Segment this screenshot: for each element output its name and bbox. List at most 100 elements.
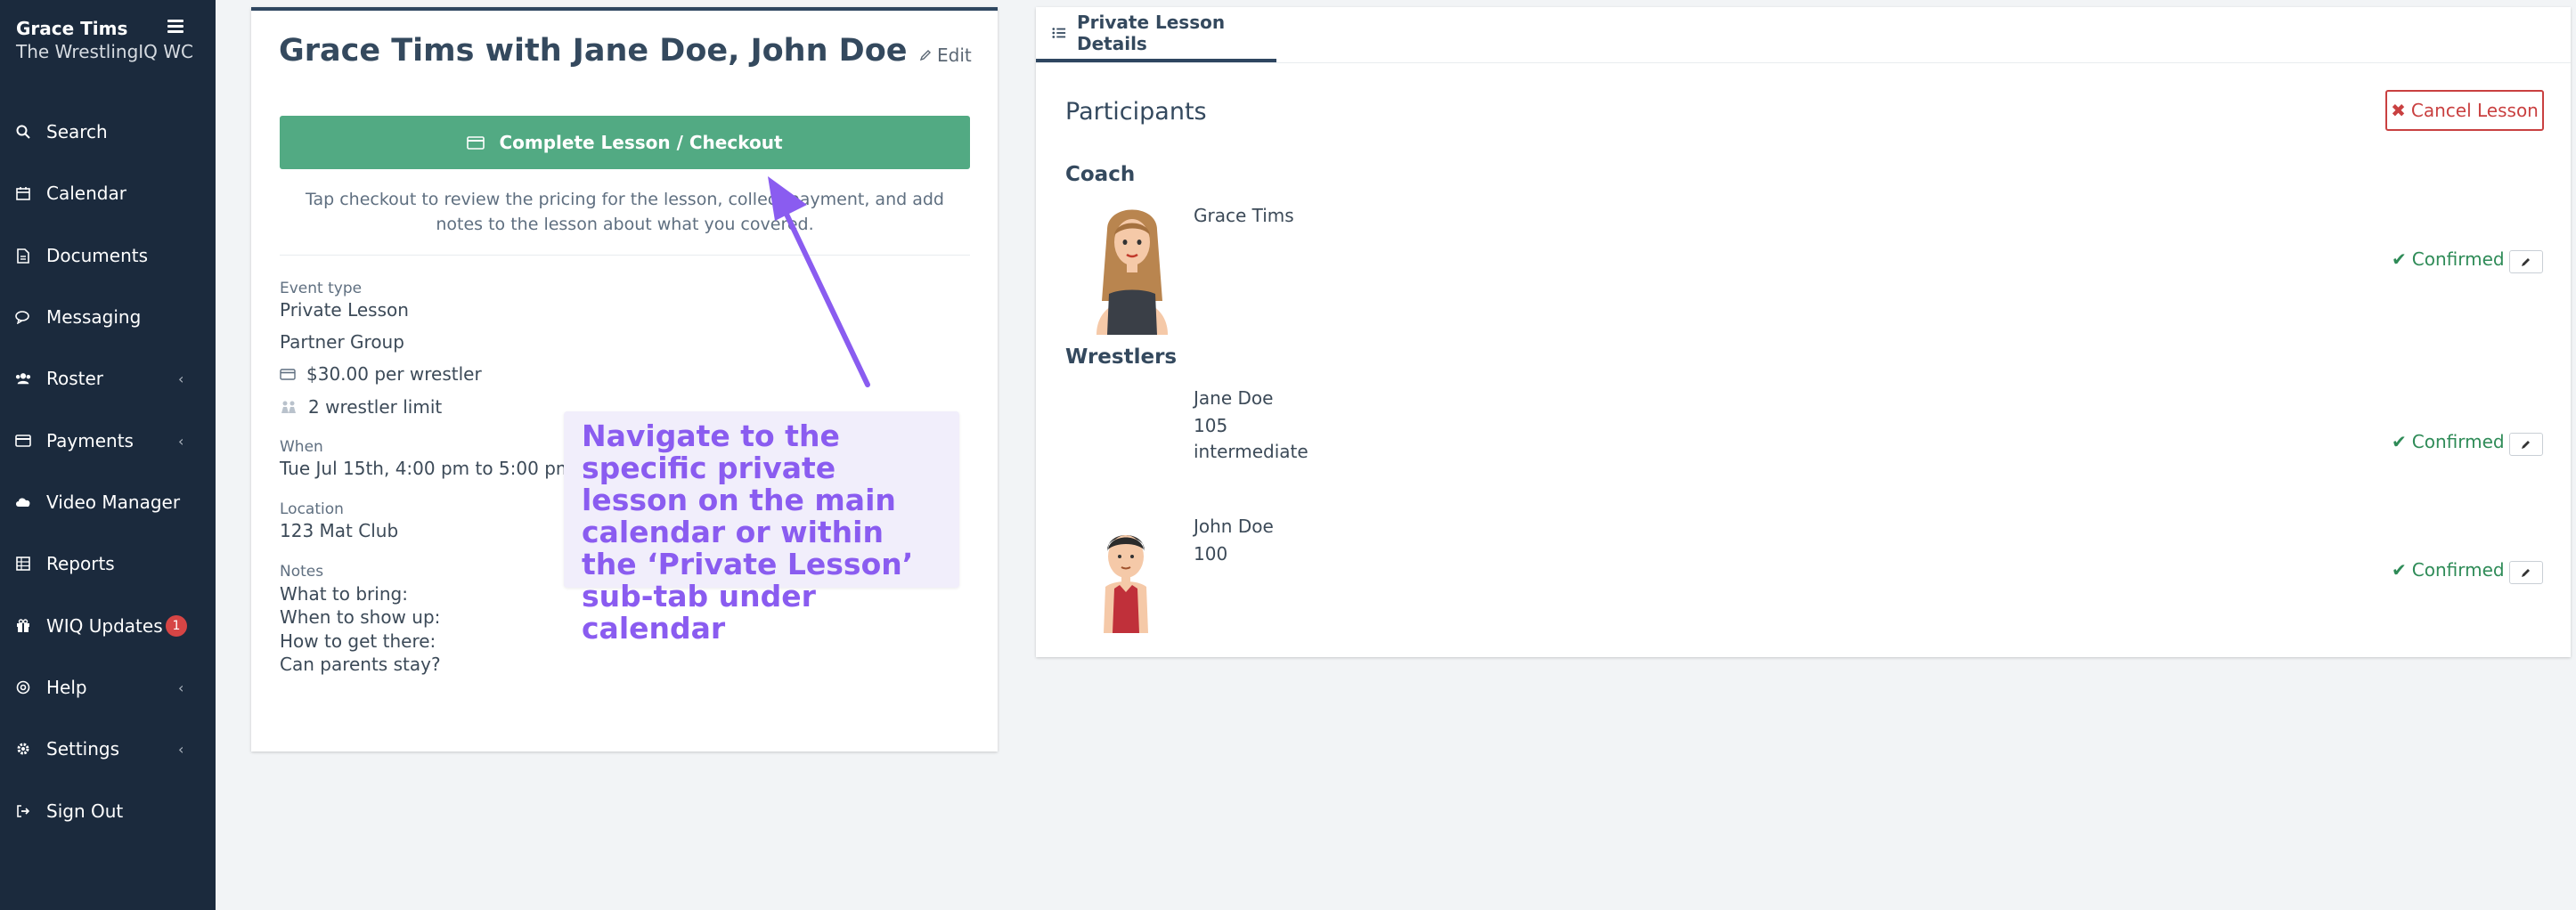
notes-line: When to show up: (280, 606, 441, 628)
wrestler-status: ✔ Confirmed (2392, 431, 2505, 452)
cancel-label: Cancel Lesson (2410, 100, 2539, 121)
cloud-icon (15, 494, 31, 510)
sidebar-item-calendar[interactable]: Calendar (0, 175, 216, 211)
calendar-icon (15, 185, 31, 201)
event-type-value: Private Lesson (280, 299, 409, 321)
limit-value: 2 wrestler limit (308, 396, 443, 418)
users-icon (15, 370, 31, 386)
edit-coach-button[interactable] (2509, 250, 2543, 273)
cancel-lesson-button[interactable]: ✖ Cancel Lesson (2385, 90, 2544, 131)
tab-label: Private Lesson Details (1077, 12, 1226, 54)
pencil-icon (2522, 258, 2530, 266)
sidebar-item-label: Roster (46, 368, 104, 389)
limit-row: 2 wrestler limit (280, 396, 442, 418)
wrestler-name: Jane Doe (1194, 387, 1274, 409)
sidebar-item-search[interactable]: Search (0, 114, 216, 150)
sidebar-org-name: The WrestlingIQ WC (16, 41, 194, 62)
globe-icon (15, 679, 31, 695)
wrestlers-section-title: Wrestlers (1065, 345, 1178, 369)
sign-out-icon (15, 803, 31, 819)
close-icon: ✖ (2391, 100, 2406, 121)
status-label: Confirmed (2411, 559, 2505, 581)
menu-toggle-icon[interactable] (167, 20, 183, 33)
document-icon (15, 248, 31, 264)
gear-icon (15, 741, 31, 757)
sidebar-item-help[interactable]: Help ‹ (0, 670, 216, 705)
credit-card-icon (280, 368, 296, 380)
edit-label: Edit (937, 45, 972, 66)
sidebar-item-label: Search (46, 121, 108, 142)
complete-lesson-checkout-button[interactable]: Complete Lesson / Checkout (280, 116, 970, 169)
coach-avatar (1096, 209, 1168, 335)
event-type-label: Event type (280, 280, 363, 297)
chevron-left-icon: ‹ (178, 740, 184, 758)
checkout-label: Complete Lesson / Checkout (499, 132, 783, 153)
notes-line: What to bring: (280, 583, 408, 605)
sidebar-item-label: Payments (46, 430, 134, 451)
sidebar-item-reports[interactable]: Reports (0, 546, 216, 581)
chevron-left-icon: ‹ (178, 432, 184, 450)
gift-icon (15, 618, 31, 634)
chat-icon (15, 309, 31, 325)
wrestler-name: John Doe (1194, 516, 1274, 537)
sidebar-item-label: Sign Out (46, 800, 124, 822)
edit-wrestler-button[interactable] (2509, 433, 2543, 456)
edit-lesson-link[interactable]: Edit (919, 45, 972, 66)
wrestler-status: ✔ Confirmed (2392, 559, 2505, 581)
sidebar-item-wiq-updates[interactable]: WIQ Updates 1 (0, 608, 216, 644)
tutorial-callout: Navigate to the specific private lesson … (564, 411, 959, 645)
wrestler-level: intermediate (1194, 441, 1308, 462)
sidebar: Grace Tims The WrestlingIQ WC Search Cal… (0, 0, 216, 910)
status-label: Confirmed (2411, 248, 2505, 270)
participants-title: Participants (1065, 98, 1207, 126)
tab-private-lesson-details[interactable]: Private Lesson Details (1036, 7, 1276, 62)
sidebar-item-settings[interactable]: Settings ‹ (0, 731, 216, 767)
pencil-icon (2522, 441, 2530, 449)
wrestler-weight: 105 (1194, 415, 1228, 436)
pencil-icon (2522, 569, 2530, 577)
sidebar-item-video-manager[interactable]: Video Manager (0, 484, 216, 520)
chevron-left-icon: ‹ (178, 678, 184, 696)
when-value: Tue Jul 15th, 4:00 pm to 5:00 pm (280, 458, 574, 479)
location-label: Location (280, 500, 344, 518)
credit-card-icon (15, 433, 31, 449)
credit-card-icon (467, 135, 485, 150)
notes-label: Notes (280, 563, 324, 581)
location-value: 123 Mat Club (280, 520, 399, 541)
group-type-value: Partner Group (280, 331, 404, 353)
sidebar-item-label: Reports (46, 553, 115, 574)
price-row: $30.00 per wrestler (280, 363, 482, 385)
table-icon (15, 556, 31, 572)
sidebar-item-label: Documents (46, 245, 149, 266)
coach-name: Grace Tims (1194, 205, 1294, 226)
sidebar-item-label: WIQ Updates (46, 615, 163, 637)
coach-section-title: Coach (1065, 163, 1136, 186)
check-icon: ✔ (2392, 431, 2407, 452)
check-icon: ✔ (2392, 559, 2407, 581)
sidebar-item-label: Settings (46, 738, 120, 760)
chevron-left-icon: ‹ (178, 370, 184, 387)
sidebar-item-sign-out[interactable]: Sign Out (0, 793, 216, 829)
lesson-details-card: Private Lesson Details Participants ✖ Ca… (1036, 7, 2571, 657)
sidebar-item-payments[interactable]: Payments ‹ (0, 423, 216, 459)
check-icon: ✔ (2392, 248, 2407, 270)
coach-status: ✔ Confirmed (2392, 248, 2505, 270)
tutorial-arrow-icon (768, 176, 870, 387)
price-value: $30.00 per wrestler (306, 363, 482, 385)
sidebar-item-messaging[interactable]: Messaging (0, 299, 216, 335)
wrestler-weight: 100 (1194, 543, 1228, 565)
sidebar-item-label: Video Manager (46, 492, 181, 513)
notes-line: How to get there: (280, 630, 436, 652)
sidebar-item-roster[interactable]: Roster ‹ (0, 361, 216, 396)
sidebar-item-documents[interactable]: Documents (0, 238, 216, 273)
list-icon (1052, 28, 1066, 38)
status-label: Confirmed (2411, 431, 2505, 452)
edit-wrestler-button[interactable] (2509, 561, 2543, 584)
sidebar-item-label: Help (46, 677, 87, 698)
notes-line: Can parents stay? (280, 654, 441, 675)
lesson-title: Grace Tims with Jane Doe, John Doe (279, 33, 908, 69)
sidebar-user-name: Grace Tims (16, 18, 128, 39)
wrestler-avatar (1104, 535, 1148, 633)
when-label: When (280, 438, 323, 456)
search-icon (15, 124, 31, 140)
